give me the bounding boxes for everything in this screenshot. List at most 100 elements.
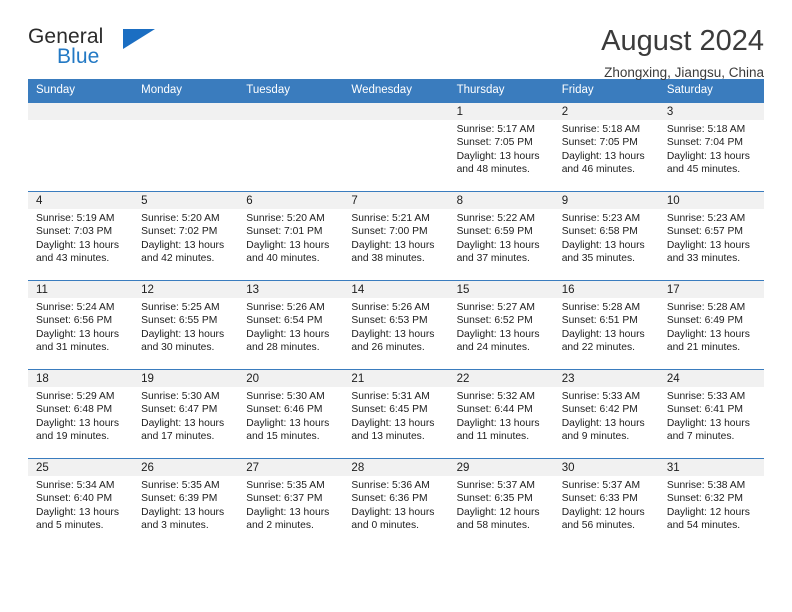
daylight-text-line2: and 19 minutes. [36, 430, 110, 442]
daylight-text-line1: Daylight: 12 hours [561, 506, 645, 518]
calendar-day-cell[interactable]: 28 Sunrise: 5:36 AM Sunset: 6:36 PM Dayligh… [343, 458, 449, 548]
daylight-text-line1: Daylight: 13 hours [351, 506, 435, 518]
sunrise-text: Sunrise: 5:20 AM [246, 213, 325, 224]
sunset-text: Sunset: 6:37 PM [246, 493, 323, 505]
daylight-text-line2: and 2 minutes. [246, 519, 314, 531]
calendar-day-cell[interactable]: 5 Sunrise: 5:20 AM Sunset: 7:02 PM Daylight… [133, 191, 239, 281]
title-block: August 2024 Zhongxing, Jiangsu, China [601, 26, 764, 81]
calendar-day-cell[interactable]: 25 Sunrise: 5:34 AM Sunset: 6:40 PM Dayligh… [28, 458, 134, 548]
day-number: 8 [448, 192, 554, 209]
calendar-day-cell[interactable]: 11 Sunrise: 5:24 AM Sunset: 6:56 PM Dayligh… [28, 280, 134, 370]
day-number: 1 [448, 103, 554, 120]
day-number [238, 103, 344, 120]
daylight-text-line2: and 48 minutes. [456, 163, 530, 175]
calendar-day-cell[interactable]: 23 Sunrise: 5:33 AM Sunset: 6:42 PM Dayligh… [553, 369, 659, 459]
day-details: Sunrise: 5:32 AM Sunset: 6:44 PM Daylight:… [449, 387, 554, 443]
calendar-day-cell[interactable]: 27 Sunrise: 5:35 AM Sunset: 6:37 PM Dayligh… [238, 458, 344, 548]
day-number: 25 [28, 459, 134, 476]
sunrise-text: Sunrise: 5:25 AM [141, 302, 220, 313]
calendar-day-cell[interactable]: 3 Sunrise: 5:18 AM Sunset: 7:04 PM Daylight… [658, 102, 764, 192]
calendar-day-cell[interactable]: 1 Sunrise: 5:17 AM Sunset: 7:05 PM Daylight… [448, 102, 554, 192]
sunset-text: Sunset: 6:56 PM [36, 315, 113, 327]
calendar-day-cell[interactable]: 19 Sunrise: 5:30 AM Sunset: 6:47 PM Dayligh… [133, 369, 239, 459]
day-number: 17 [658, 281, 764, 298]
day-number: 23 [553, 370, 659, 387]
day-number: 13 [238, 281, 344, 298]
daylight-text-line2: and 5 minutes. [36, 519, 104, 531]
calendar-day-cell[interactable]: 12 Sunrise: 5:25 AM Sunset: 6:55 PM Dayligh… [133, 280, 239, 370]
general-blue-logo[interactable]: General Blue [28, 26, 158, 74]
calendar-day-cell[interactable]: 21 Sunrise: 5:31 AM Sunset: 6:45 PM Dayligh… [343, 369, 449, 459]
day-number [343, 103, 449, 120]
sunrise-text: Sunrise: 5:28 AM [666, 302, 746, 313]
day-number: 18 [28, 370, 134, 387]
day-number: 28 [343, 459, 449, 476]
calendar-day-cell[interactable]: 16 Sunrise: 5:28 AM Sunset: 6:51 PM Dayligh… [553, 280, 659, 370]
calendar-day-cell[interactable]: 13 Sunrise: 5:26 AM Sunset: 6:54 PM Dayligh… [238, 280, 344, 370]
calendar-day-cell[interactable]: 7 Sunrise: 5:21 AM Sunset: 7:00 PM Daylight… [343, 191, 449, 281]
daylight-text-line1: Daylight: 13 hours [141, 328, 225, 340]
day-number: 2 [553, 103, 659, 120]
sunset-text: Sunset: 6:46 PM [246, 404, 323, 416]
day-number: 31 [658, 459, 764, 476]
calendar-empty-cell [343, 102, 449, 192]
daylight-text-line1: Daylight: 13 hours [351, 328, 435, 340]
sunset-text: Sunset: 7:05 PM [561, 137, 638, 149]
sunrise-text: Sunrise: 5:29 AM [36, 391, 115, 402]
daylight-text-line2: and 56 minutes. [561, 519, 635, 531]
calendar-day-cell[interactable]: 15 Sunrise: 5:27 AM Sunset: 6:52 PM Dayligh… [448, 280, 554, 370]
daylight-text-line2: and 33 minutes. [666, 252, 741, 264]
sunrise-text: Sunrise: 5:17 AM [456, 124, 535, 135]
column-header-sunday: Sunday [28, 79, 134, 103]
day-details: Sunrise: 5:31 AM Sunset: 6:45 PM Daylight:… [343, 387, 448, 443]
calendar-day-cell[interactable]: 14 Sunrise: 5:26 AM Sunset: 6:53 PM Dayligh… [343, 280, 449, 370]
daylight-text-line2: and 22 minutes. [561, 341, 635, 353]
column-header-tuesday: Tuesday [238, 79, 344, 103]
calendar-day-cell[interactable]: 17 Sunrise: 5:28 AM Sunset: 6:49 PM Dayligh… [658, 280, 764, 370]
calendar-day-cell[interactable]: 8 Sunrise: 5:22 AM Sunset: 6:59 PM Daylight… [448, 191, 554, 281]
calendar-day-cell[interactable]: 4 Sunrise: 5:19 AM Sunset: 7:03 PM Daylight… [28, 191, 134, 281]
day-details: Sunrise: 5:28 AM Sunset: 6:51 PM Daylight:… [554, 298, 659, 354]
calendar-day-cell[interactable]: 30 Sunrise: 5:37 AM Sunset: 6:33 PM Dayligh… [553, 458, 659, 548]
column-header-monday: Monday [133, 79, 239, 103]
daylight-text-line2: and 17 minutes. [141, 430, 215, 442]
calendar-day-cell[interactable]: 2 Sunrise: 5:18 AM Sunset: 7:05 PM Daylight… [553, 102, 659, 192]
calendar-day-cell[interactable]: 24 Sunrise: 5:33 AM Sunset: 6:41 PM Dayligh… [658, 369, 764, 459]
calendar-day-cell[interactable]: 20 Sunrise: 5:30 AM Sunset: 6:46 PM Dayligh… [238, 369, 344, 459]
day-details: Sunrise: 5:22 AM Sunset: 6:59 PM Daylight:… [449, 209, 554, 265]
day-number: 20 [238, 370, 344, 387]
day-number: 9 [553, 192, 659, 209]
calendar-day-cell[interactable]: 18 Sunrise: 5:29 AM Sunset: 6:48 PM Dayligh… [28, 369, 134, 459]
daylight-text-line1: Daylight: 12 hours [456, 506, 540, 518]
calendar-day-cell[interactable]: 9 Sunrise: 5:23 AM Sunset: 6:58 PM Daylight… [553, 191, 659, 281]
daylight-text-line2: and 42 minutes. [141, 252, 215, 264]
calendar-day-cell[interactable]: 6 Sunrise: 5:20 AM Sunset: 7:01 PM Daylight… [238, 191, 344, 281]
day-number: 15 [448, 281, 554, 298]
day-details: Sunrise: 5:33 AM Sunset: 6:42 PM Daylight:… [554, 387, 659, 443]
calendar-day-cell[interactable]: 26 Sunrise: 5:35 AM Sunset: 6:39 PM Dayligh… [133, 458, 239, 548]
sunrise-text: Sunrise: 5:31 AM [351, 391, 430, 402]
daylight-text-line2: and 31 minutes. [36, 341, 110, 353]
day-details: Sunrise: 5:18 AM Sunset: 7:05 PM Daylight:… [554, 120, 659, 176]
day-details: Sunrise: 5:33 AM Sunset: 6:41 PM Daylight:… [659, 387, 764, 443]
daylight-text-line1: Daylight: 13 hours [666, 150, 750, 162]
day-details: Sunrise: 5:37 AM Sunset: 6:33 PM Daylight:… [554, 476, 659, 532]
calendar-day-cell[interactable]: 31 Sunrise: 5:38 AM Sunset: 6:32 PM Dayligh… [658, 458, 764, 548]
sunrise-text: Sunrise: 5:27 AM [456, 302, 535, 313]
calendar-day-cell[interactable]: 29 Sunrise: 5:37 AM Sunset: 6:35 PM Dayligh… [448, 458, 554, 548]
calendar-day-cell[interactable]: 10 Sunrise: 5:23 AM Sunset: 6:57 PM Dayligh… [658, 191, 764, 281]
sunset-text: Sunset: 6:40 PM [36, 493, 113, 505]
sunset-text: Sunset: 7:02 PM [141, 226, 218, 238]
calendar-empty-cell [133, 102, 239, 192]
day-number: 11 [28, 281, 134, 298]
day-number: 3 [658, 103, 764, 120]
logo-triangle-icon [123, 29, 155, 49]
day-details: Sunrise: 5:21 AM Sunset: 7:00 PM Daylight:… [343, 209, 448, 265]
day-details: Sunrise: 5:20 AM Sunset: 7:02 PM Daylight:… [133, 209, 238, 265]
daylight-text-line1: Daylight: 13 hours [246, 239, 330, 251]
calendar-day-cell[interactable]: 22 Sunrise: 5:32 AM Sunset: 6:44 PM Dayligh… [448, 369, 554, 459]
daylight-text-line1: Daylight: 13 hours [561, 150, 645, 162]
sunset-text: Sunset: 6:59 PM [456, 226, 533, 238]
sunrise-text: Sunrise: 5:19 AM [36, 213, 115, 224]
daylight-text-line2: and 26 minutes. [351, 341, 425, 353]
